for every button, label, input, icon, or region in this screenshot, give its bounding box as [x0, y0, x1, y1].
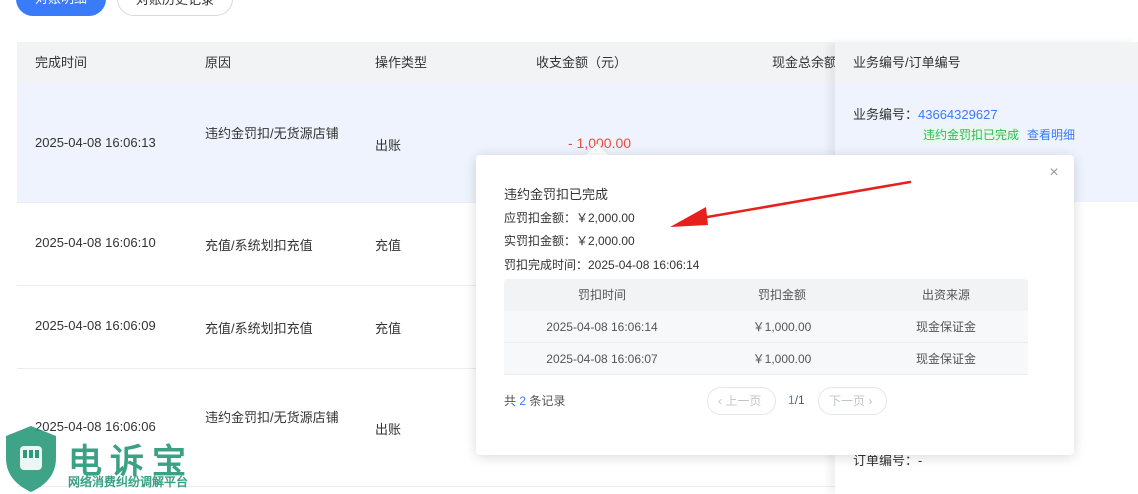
record-amount: ￥1,000.00 — [752, 320, 812, 334]
current-page: 1 — [788, 393, 795, 407]
shield-fist-icon — [6, 426, 56, 492]
next-page-button[interactable]: 下一页 › — [818, 387, 887, 415]
row-operation: 充值 — [375, 321, 402, 336]
row-time: 2025-04-08 16:06:10 — [35, 235, 156, 250]
tab-reconciliation-history[interactable]: 对账历史记录 — [117, 0, 233, 16]
watermark-subtitle: 网络消费纠纷调解平台 — [68, 475, 189, 489]
column-header-penalty-time: 罚扣时间 — [577, 288, 626, 302]
column-header-business-number: 业务编号/订单编号 — [835, 42, 1138, 84]
column-header-amount: 收支金额（元） — [536, 55, 628, 70]
row-reason: 违约金罚扣/无货源店铺 — [205, 126, 339, 141]
penalty-records-table: 罚扣时间 罚扣金额 出资来源 2025-04-08 16:06:14 ￥1,00… — [504, 279, 1028, 375]
actual-amount: 实罚扣金额：￥2,000.00 — [504, 234, 635, 248]
row-time: 2025-04-08 16:06:09 — [35, 318, 156, 333]
row-time: 2025-04-08 16:06:13 — [35, 135, 156, 150]
page-indicator: 1/1 — [788, 393, 805, 407]
table-row: 2025-04-08 16:06:07 ￥1,000.00 现金保证金 — [504, 343, 1028, 375]
finish-time: 罚扣完成时间：2025-04-08 16:06:14 — [504, 258, 700, 272]
record-amount: ￥1,000.00 — [752, 352, 812, 366]
due-amount: 应罚扣金额：￥2,000.00 — [504, 211, 635, 225]
records-table-header: 罚扣时间 罚扣金额 出资来源 — [504, 279, 1028, 311]
watermark: 电诉宝 网络消费纠纷调解平台 — [0, 418, 215, 494]
prev-page-button[interactable]: ‹ 上一页 — [707, 387, 776, 415]
record-count-suffix: 条记录 — [529, 394, 566, 408]
row-operation: 出账 — [375, 422, 402, 437]
column-header-time: 完成时间 — [35, 55, 88, 70]
record-count-prefix: 共 — [504, 394, 517, 408]
status-badge: 违约金罚扣已完成 — [921, 127, 1022, 143]
row-operation: 充值 — [375, 238, 402, 253]
business-number-label: 业务编号： — [853, 107, 919, 122]
row-operation: 出账 — [375, 138, 402, 153]
row-reason: 违约金罚扣/无货源店铺 — [205, 410, 339, 425]
record-source: 现金保证金 — [915, 320, 976, 334]
column-header-fund-source: 出资来源 — [921, 288, 970, 302]
business-number-link[interactable]: 43664329627 — [918, 107, 998, 122]
record-count: 共 2 条记录 — [504, 392, 565, 409]
close-icon[interactable]: × — [1046, 165, 1062, 181]
column-header-penalty-amount: 罚扣金额 — [757, 288, 806, 302]
column-header-reason: 原因 — [205, 55, 232, 70]
view-detail-link[interactable]: 查看明细 — [1027, 127, 1075, 143]
popover-title: 违约金罚扣已完成 — [504, 187, 609, 202]
row-reason: 充值/系统划扣充值 — [205, 238, 313, 253]
column-header-balance: 现金总余额 — [772, 55, 838, 70]
record-source: 现金保证金 — [915, 352, 976, 366]
tab-reconciliation-detail[interactable]: 对账明细 — [16, 0, 106, 16]
row-reason: 充值/系统划扣充值 — [205, 321, 313, 336]
total-pages: /1 — [794, 393, 805, 407]
business-number: 业务编号：43664329627 — [853, 104, 998, 123]
record-time: 2025-04-08 16:06:14 — [546, 320, 658, 334]
column-header-operation: 操作类型 — [375, 55, 428, 70]
annotation-arrow-icon — [670, 180, 912, 227]
table-row: 2025-04-08 16:06:14 ￥1,000.00 现金保证金 — [504, 311, 1028, 343]
record-count-number: 2 — [519, 394, 527, 408]
record-time: 2025-04-08 16:06:07 — [546, 352, 658, 366]
